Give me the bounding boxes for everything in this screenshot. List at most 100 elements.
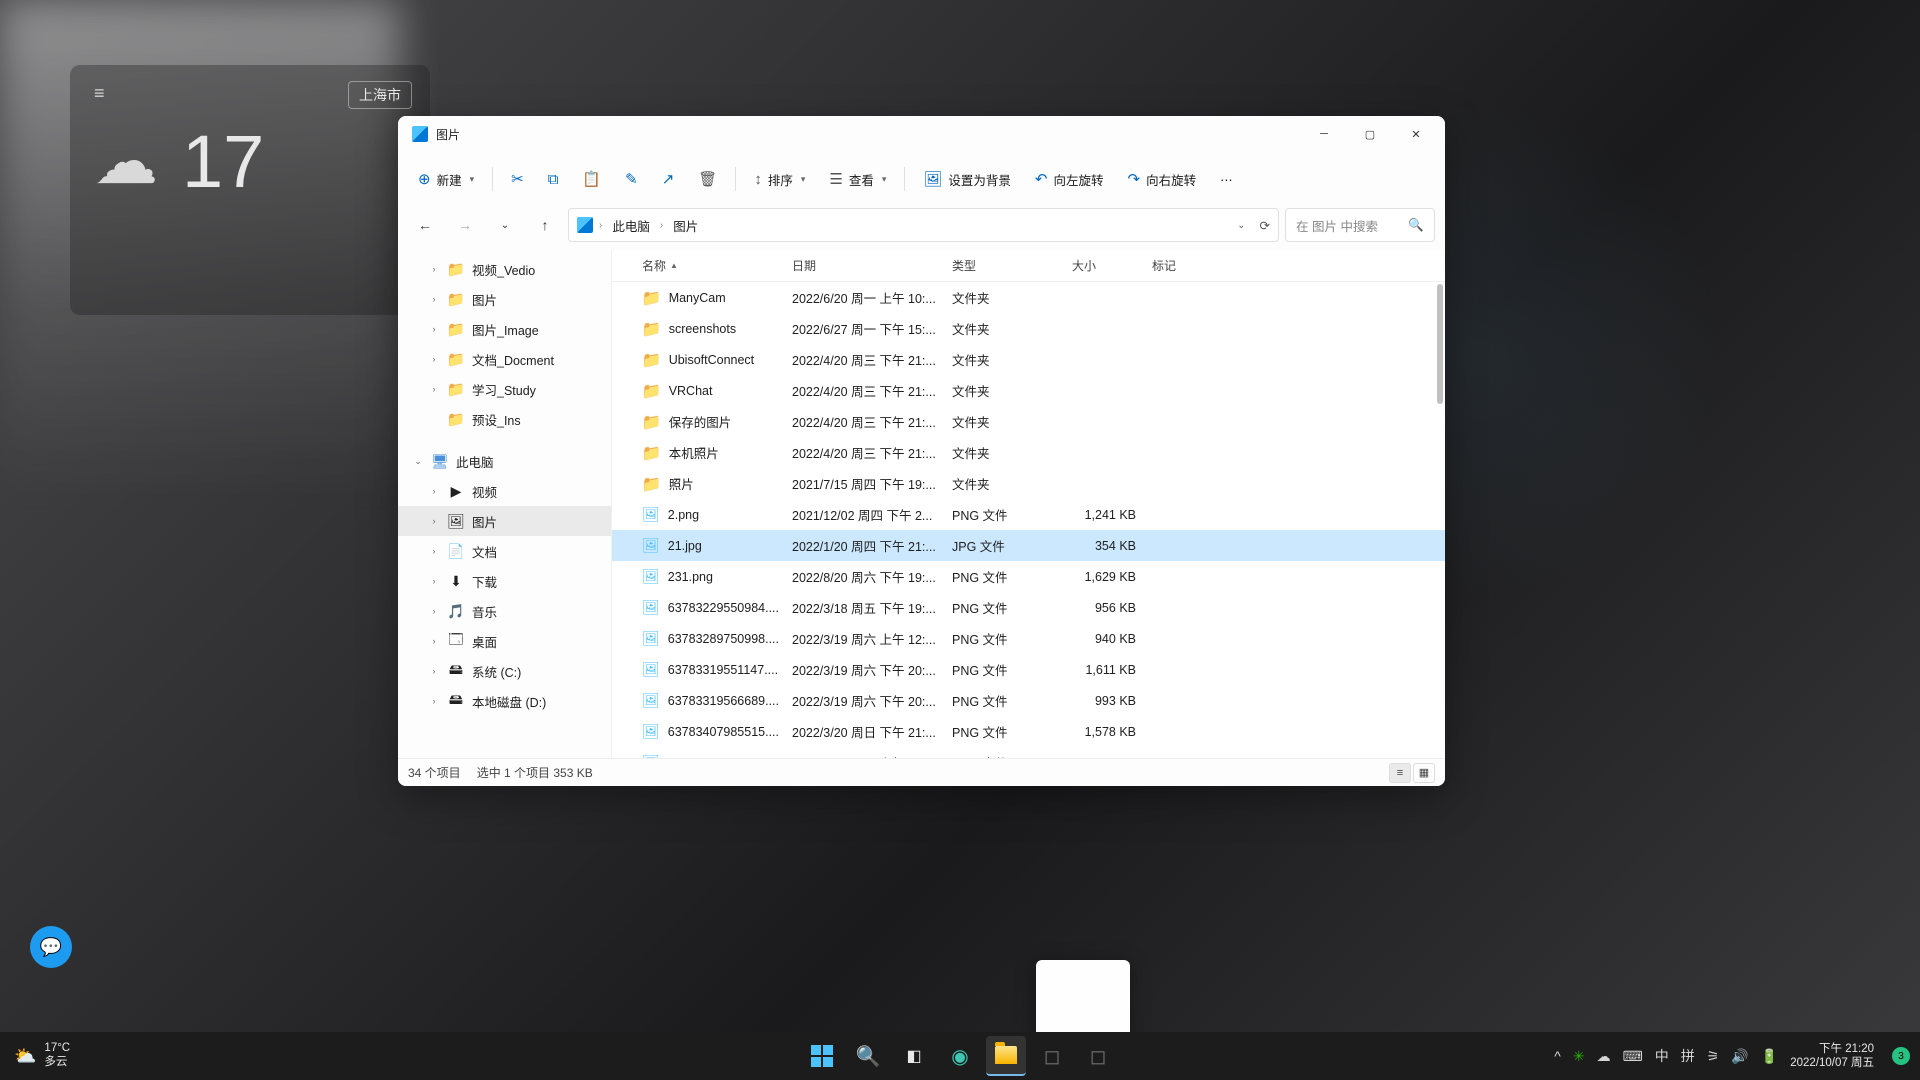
file-row[interactable]: 🖼2.png2021/12/02 周四 下午 2...PNG 文件1,241 K…: [612, 499, 1445, 530]
rename-button[interactable]: ✎: [615, 164, 648, 194]
cut-button[interactable]: ✂: [501, 164, 534, 194]
maximize-button[interactable]: ▢: [1347, 118, 1393, 150]
expand-icon[interactable]: ›: [428, 546, 440, 556]
new-button[interactable]: ⊕ 新建 ▾: [408, 164, 484, 195]
refresh-icon[interactable]: ⟳: [1260, 218, 1270, 233]
more-button[interactable]: ⋯: [1210, 166, 1243, 193]
volume-icon[interactable]: 🔊: [1731, 1048, 1748, 1065]
chevron-down-icon[interactable]: ⌄: [1237, 220, 1245, 231]
chat-bubble-icon[interactable]: 💬: [30, 926, 72, 968]
header-date[interactable]: 日期: [784, 257, 944, 274]
battery-icon[interactable]: 🔋: [1761, 1048, 1778, 1065]
file-row[interactable]: 🖼63783289750998....2022/3/19 周六 上午 12:..…: [612, 623, 1445, 654]
expand-icon[interactable]: ›: [428, 636, 440, 646]
sort-button[interactable]: ↕ 排序 ▾: [744, 164, 815, 195]
file-explorer-button[interactable]: [986, 1036, 1026, 1076]
wechat-icon[interactable]: ✳: [1573, 1048, 1585, 1065]
task-view-button[interactable]: ◧: [894, 1036, 934, 1076]
close-button[interactable]: ✕: [1393, 118, 1439, 150]
details-view-button[interactable]: ≡: [1389, 763, 1411, 783]
sidebar-item[interactable]: ›📁视频_Vedio: [398, 254, 611, 284]
file-row[interactable]: 📁UbisoftConnect2022/4/20 周三 下午 21:...文件夹: [612, 344, 1445, 375]
file-row[interactable]: 🖼63783319551147....2022/3/19 周六 下午 20:..…: [612, 654, 1445, 685]
expand-icon[interactable]: ›: [428, 666, 440, 676]
start-button[interactable]: [802, 1036, 842, 1076]
file-row[interactable]: 📁ManyCam2022/6/20 周一 上午 10:...文件夹: [612, 282, 1445, 313]
keyboard-icon[interactable]: ⌨: [1623, 1048, 1643, 1065]
app1-button[interactable]: ◻: [1032, 1036, 1072, 1076]
expand-icon[interactable]: ⌄: [412, 456, 424, 467]
rotate-left-button[interactable]: ↶ 向左旋转: [1025, 164, 1114, 195]
file-row[interactable]: 🖼63783229550984....2022/3/18 周五 下午 19:..…: [612, 592, 1445, 623]
header-name[interactable]: 名称 ▲: [634, 257, 784, 274]
expand-icon[interactable]: ›: [428, 486, 440, 496]
header-tag[interactable]: 标记: [1144, 257, 1224, 274]
edge-button[interactable]: ◉: [940, 1036, 980, 1076]
thumbnails-view-button[interactable]: ▦: [1413, 763, 1435, 783]
sidebar-item[interactable]: ›📁文档_Docment: [398, 344, 611, 374]
taskbar-weather[interactable]: ⛅ 17°C 多云: [0, 1042, 84, 1070]
expand-icon[interactable]: ›: [428, 324, 440, 334]
header-type[interactable]: 类型: [944, 257, 1064, 274]
up-button[interactable]: ↑: [528, 209, 562, 241]
file-list[interactable]: 📁ManyCam2022/6/20 周一 上午 10:...文件夹📁screen…: [612, 282, 1445, 758]
file-row[interactable]: 📁screenshots2022/6/27 周一 下午 15:...文件夹: [612, 313, 1445, 344]
back-button[interactable]: ←: [408, 209, 442, 241]
search-input[interactable]: 在 图片 中搜索 🔍: [1285, 208, 1435, 242]
file-row[interactable]: 🖼63783319566689....2022/3/19 周六 下午 20:..…: [612, 685, 1445, 716]
recent-button[interactable]: ⌄: [488, 209, 522, 241]
rotate-right-button[interactable]: ↷ 向右旋转: [1118, 164, 1207, 195]
sidebar-item[interactable]: ›🖼图片: [398, 506, 611, 536]
ime-lang[interactable]: 中: [1655, 1046, 1669, 1066]
expand-icon[interactable]: ›: [428, 516, 440, 526]
address-bar[interactable]: › 此电脑 › 图片 ⌄ ⟳: [568, 208, 1279, 242]
expand-icon[interactable]: ›: [428, 264, 440, 274]
cloud-icon[interactable]: ☁: [1597, 1048, 1611, 1065]
paste-button[interactable]: 📋: [572, 164, 611, 194]
expand-icon[interactable]: ›: [428, 294, 440, 304]
copy-button[interactable]: ⧉: [538, 165, 569, 194]
file-row[interactable]: 📁VRChat2022/4/20 周三 下午 21:...文件夹: [612, 375, 1445, 406]
sidebar-item[interactable]: ›📁学习_Study: [398, 374, 611, 404]
sidebar-item[interactable]: ›🎵音乐: [398, 596, 611, 626]
tray-expand-icon[interactable]: ^: [1554, 1048, 1561, 1064]
expand-icon[interactable]: ›: [428, 696, 440, 706]
sidebar-item[interactable]: ›▶视频: [398, 476, 611, 506]
breadcrumb-leaf[interactable]: 图片: [669, 214, 702, 237]
delete-button[interactable]: 🗑: [688, 164, 727, 194]
notification-badge[interactable]: 3: [1892, 1047, 1910, 1065]
taskbar-clock[interactable]: 下午 21:20 2022/10/07 周五: [1790, 1042, 1880, 1071]
sidebar-item[interactable]: ›🗔桌面: [398, 626, 611, 656]
expand-icon[interactable]: ›: [428, 354, 440, 364]
sidebar-item[interactable]: ›📁图片_Image: [398, 314, 611, 344]
file-row[interactable]: 🖼63783407985515....2022/3/20 周日 下午 21:..…: [612, 716, 1445, 747]
set-background-button[interactable]: 🖼 设置为背景: [913, 164, 1021, 195]
weather-city[interactable]: 上海市: [348, 81, 412, 109]
share-button[interactable]: ↗: [652, 164, 685, 194]
sidebar-item[interactable]: ›🖴本地磁盘 (D:): [398, 686, 611, 716]
sidebar-item[interactable]: ›📁图片: [398, 284, 611, 314]
ime-mode[interactable]: 拼: [1681, 1046, 1695, 1066]
wifi-icon[interactable]: ⚞: [1707, 1048, 1720, 1065]
titlebar[interactable]: 图片 ─ ▢ ✕: [398, 116, 1445, 152]
view-button[interactable]: ☰ 查看 ▾: [819, 164, 896, 195]
expand-icon[interactable]: ›: [428, 576, 440, 586]
header-size[interactable]: 大小: [1064, 257, 1144, 274]
app2-button[interactable]: ◻: [1078, 1036, 1118, 1076]
forward-button[interactable]: →: [448, 209, 482, 241]
sidebar-item[interactable]: ⌄🖥此电脑: [398, 446, 611, 476]
sidebar[interactable]: ›📁视频_Vedio›📁图片›📁图片_Image›📁文档_Docment›📁学习…: [398, 250, 612, 758]
file-row[interactable]: 🖼637834757632262022/3/21 周一 上午 16:PNG 文件…: [612, 747, 1445, 758]
scrollbar-thumb[interactable]: [1437, 284, 1443, 404]
weather-widget[interactable]: ≡ 上海市 ☁ 17: [70, 65, 430, 315]
file-row[interactable]: 🖼21.jpg2022/1/20 周四 下午 21:...JPG 文件354 K…: [612, 530, 1445, 561]
file-row[interactable]: 🖼231.png2022/8/20 周六 下午 19:...PNG 文件1,62…: [612, 561, 1445, 592]
file-row[interactable]: 📁照片2021/7/15 周四 下午 19:...文件夹: [612, 468, 1445, 499]
file-row[interactable]: 📁保存的图片2022/4/20 周三 下午 21:...文件夹: [612, 406, 1445, 437]
sidebar-item[interactable]: ›📄文档: [398, 536, 611, 566]
sidebar-item[interactable]: ›🖴系统 (C:): [398, 656, 611, 686]
sidebar-item[interactable]: ›⬇下载: [398, 566, 611, 596]
file-row[interactable]: 📁本机照片2022/4/20 周三 下午 21:...文件夹: [612, 437, 1445, 468]
minimize-button[interactable]: ─: [1301, 118, 1347, 150]
search-button[interactable]: 🔍: [848, 1036, 888, 1076]
